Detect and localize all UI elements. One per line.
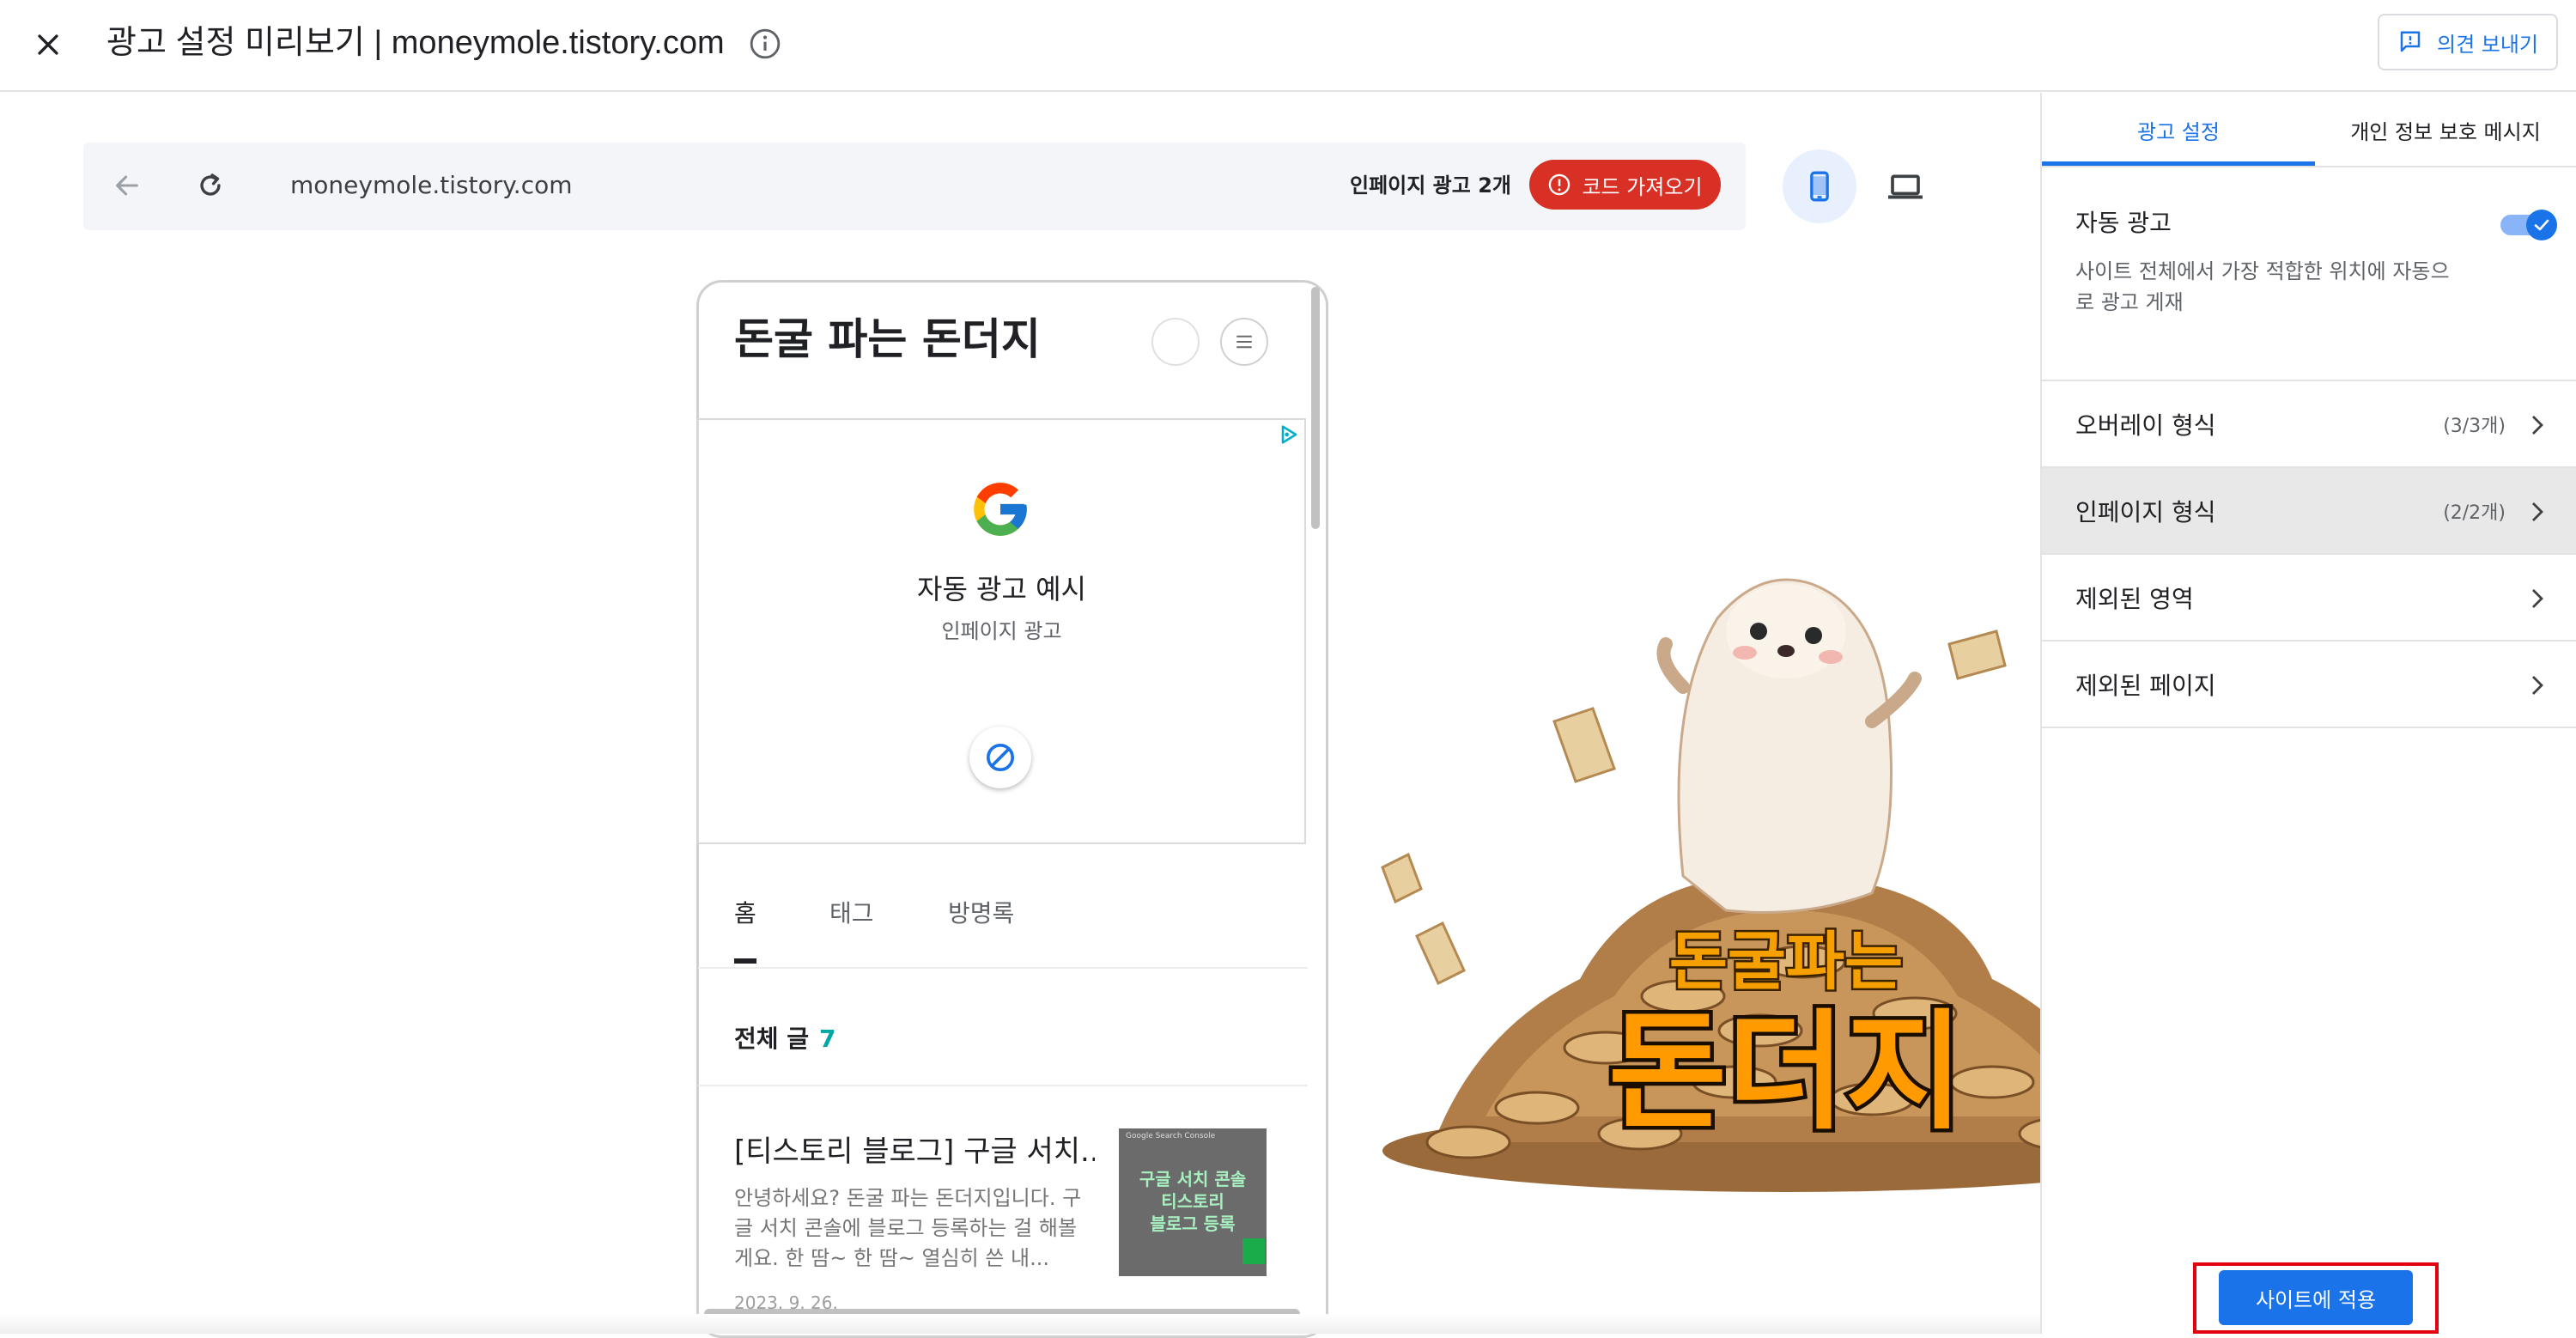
divider	[698, 967, 1308, 969]
post-excerpt: 안녕하세요? 돈굴 파는 돈더지입니다. 구글 서치 콘솔에 블로그 등록하는 …	[734, 1186, 1082, 1270]
banner-text-line1: 돈굴파는	[1669, 925, 1903, 999]
thumbnail-badge	[1242, 1238, 1265, 1264]
post-thumbnail[interactable]: Google Search Console 구글 서치 콘솔 티스토리 블로그 …	[1119, 1128, 1267, 1276]
chevron-right-icon	[2532, 589, 2543, 608]
smartphone-icon	[1810, 171, 1829, 202]
ad-title: 자동 광고 예시	[917, 573, 1086, 605]
row-excluded-pages[interactable]: 제외된 페이지	[2042, 640, 2576, 727]
auto-ads-toggle[interactable]	[2500, 210, 2557, 240]
arrow-back-icon	[116, 175, 138, 196]
blog-avatar[interactable]	[1151, 318, 1200, 366]
blog-tab-tag[interactable]: 태그	[829, 897, 874, 931]
row-label: 인페이지 형식	[2075, 497, 2216, 526]
blog-tab-home[interactable]: 홈	[734, 897, 756, 931]
mole-character	[1656, 578, 1922, 914]
google-logo	[969, 477, 1032, 541]
active-tab-indicator	[734, 958, 756, 964]
feedback-label: 의견 보내기	[2436, 32, 2539, 57]
row-label: 오버레이 형식	[2075, 411, 2216, 440]
apply-to-site-button[interactable]: 사이트에 적용	[2219, 1270, 2413, 1325]
close-button[interactable]	[24, 21, 72, 69]
bottom-fade	[0, 1314, 2041, 1334]
chevron-right-icon	[2532, 416, 2543, 435]
post-date: 2023. 9. 26.	[734, 1292, 838, 1313]
adchoices-icon	[1281, 425, 1297, 444]
info-button[interactable]	[745, 24, 785, 64]
desktop-preview-button[interactable]	[1868, 149, 1942, 223]
auto-ads-label: 자동 광고	[2075, 209, 2172, 237]
divider	[2042, 166, 2576, 167]
thumbnail-text: 구글 서치 콘솔 티스토리 블로그 등록	[1139, 1169, 1247, 1234]
phone-vertical-scrollbar[interactable]	[1311, 287, 1320, 529]
mobile-preview-button[interactable]	[1783, 149, 1856, 223]
back-button[interactable]	[103, 161, 151, 210]
remove-ad-button[interactable]	[969, 727, 1031, 788]
inpage-ad-count: 인페이지 광고 2개	[1350, 173, 1511, 198]
blog-menu-button[interactable]	[1220, 318, 1268, 366]
tab-privacy-messages[interactable]: 개인 정보 보호 메시지	[2315, 93, 2576, 167]
adchoices-button[interactable]	[1277, 423, 1301, 447]
divider	[698, 1085, 1308, 1086]
divider	[2042, 727, 2576, 728]
post-title[interactable]: [티스토리 블로그] 구글 서치...	[734, 1132, 1095, 1171]
feedback-icon	[2400, 31, 2421, 52]
block-icon	[987, 744, 1014, 771]
tab-ad-settings[interactable]: 광고 설정	[2042, 93, 2315, 167]
get-code-label: 코드 가져오기	[1582, 174, 1703, 199]
banner-text-line2: 돈더지	[1608, 998, 1964, 1147]
row-label: 제외된 영역	[2075, 584, 2194, 613]
row-count: (2/2개)	[2443, 502, 2506, 524]
chevron-right-icon	[2532, 502, 2543, 521]
all-posts-count: 7	[819, 1025, 836, 1053]
hamburger-menu-icon	[1236, 335, 1252, 349]
close-icon	[38, 34, 58, 55]
info-icon	[750, 28, 781, 59]
laptop-icon	[1888, 174, 1923, 199]
blog-tab-guestbook[interactable]: 방명록	[948, 897, 1014, 931]
row-excluded-areas[interactable]: 제외된 영역	[2042, 553, 2576, 640]
toggle-knob	[2526, 210, 2557, 240]
feedback-button[interactable]: 의견 보내기	[2378, 14, 2558, 70]
preview-url: moneymole.tistory.com	[290, 171, 573, 199]
auto-ads-description: 사이트 전체에서 가장 적합한 위치에 자동으로 광고 게재	[2075, 259, 2450, 314]
row-overlay-formats[interactable]: 오버레이 형식 (3/3개)	[2042, 380, 2576, 466]
get-code-button[interactable]: 코드 가져오기	[1529, 160, 1721, 210]
row-count: (3/3개)	[2443, 415, 2506, 437]
thumbnail-header: Google Search Console	[1126, 1132, 1216, 1140]
alert-circle-icon	[1549, 173, 1571, 196]
blog-title[interactable]: 돈굴 파는 돈더지	[734, 309, 1041, 369]
row-label: 제외된 페이지	[2075, 671, 2216, 700]
ad-subtitle: 인페이지 광고	[941, 619, 1062, 643]
reload-icon	[200, 173, 221, 196]
row-inpage-formats[interactable]: 인페이지 형식 (2/2개)	[2042, 466, 2576, 553]
chevron-right-icon	[2532, 676, 2543, 695]
check-icon	[2534, 219, 2549, 231]
page-title: 광고 설정 미리보기 | moneymole.tistory.com	[106, 25, 725, 61]
all-posts-label: 전체 글	[734, 1025, 810, 1053]
reload-button[interactable]	[186, 161, 234, 210]
